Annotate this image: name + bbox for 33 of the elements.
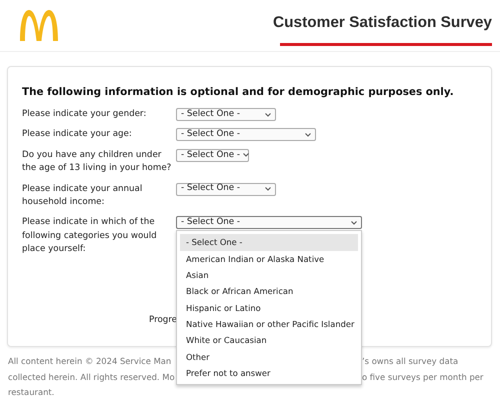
footer-text: o five surveys per month per [362, 370, 484, 384]
dropdown-option[interactable]: Black or African American [180, 283, 358, 300]
select-dropdown[interactable]: - Select One - [176, 108, 276, 121]
dropdown-option[interactable]: Prefer not to answer [180, 364, 358, 382]
dropdown-option[interactable]: Asian [180, 267, 358, 284]
footer-text: All content herein © 2024 Service Man [8, 355, 172, 368]
caret-icon [265, 112, 271, 116]
footer-text: ’s owns all survey data [362, 355, 458, 368]
dropdown-option[interactable]: Hispanic or Latino [180, 300, 358, 316]
footer-text: collected herein. All rights reserved. Mo [8, 370, 175, 384]
section-heading: The following information is optional and for demographic purposes only. [22, 86, 455, 98]
dropdown-option[interactable]: Other [180, 348, 358, 365]
question-label: Please indicate in which of the following categories you would place yourself: [22, 216, 158, 256]
caret-icon [305, 132, 311, 137]
select-dropdown[interactable]: - Select One - [176, 216, 362, 230]
arches-logo [18, 8, 60, 42]
footer-text: restaurant. [8, 386, 54, 400]
question-label: Do you have any children under the age of 13 living in your home? [22, 148, 172, 176]
select-dropdown[interactable]: - Select One - [176, 128, 316, 142]
question-label: Please indicate your annual household income: [22, 182, 144, 210]
page-title: Customer Satisfaction Survey [273, 14, 492, 32]
question-label: Please indicate your gender: [22, 108, 148, 121]
dropdown-option[interactable]: - Select One - [180, 234, 358, 251]
select-dropdown[interactable]: - Select One - [176, 148, 249, 162]
select-dropdown[interactable]: - Select One - [176, 182, 276, 196]
progress-label: Progre [149, 315, 178, 325]
dropdown-option[interactable]: White or Caucasian [180, 332, 358, 349]
caret-icon [265, 187, 271, 192]
caret-icon [351, 220, 357, 225]
dropdown-option[interactable]: American Indian or Alaska Native [180, 250, 358, 268]
question-label: Please indicate your age: [22, 128, 133, 142]
dropdown-option[interactable]: Native Hawaiian or other Pacific Islander [180, 316, 358, 332]
caret-icon [243, 153, 250, 158]
